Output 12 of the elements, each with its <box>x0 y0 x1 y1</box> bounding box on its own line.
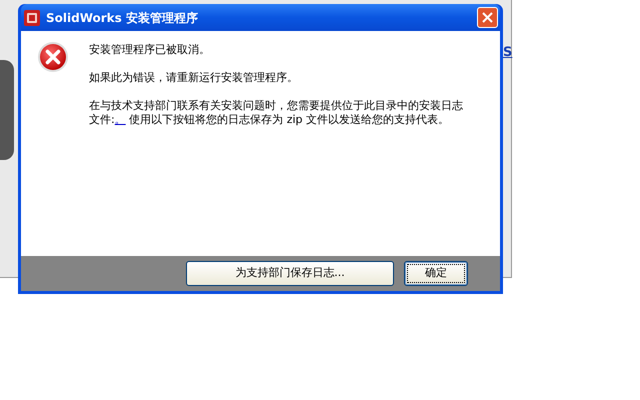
message-text: 安装管理程序已被取消。 <box>89 43 211 57</box>
save-log-button[interactable]: 为支持部门保存日志... <box>186 261 394 286</box>
window-title: SolidWorks 安装管理程序 <box>46 10 199 26</box>
message-text: 如果此为错误，请重新运行安装管理程序。 <box>89 71 299 85</box>
close-button[interactable] <box>477 7 498 28</box>
log-folder-link[interactable]: 。 <box>114 113 126 126</box>
app-logo-icon <box>24 10 40 26</box>
close-icon <box>482 12 493 23</box>
detail-text: 在与技术支持部门联系有关安装问题时，您需要提供位于此目录中的安装日志文件:。 使用以下按钮将您的日志保存为 zip 文件以发送给您的支持代表。 <box>89 99 464 127</box>
background-link[interactable]: S <box>503 43 512 62</box>
ok-button[interactable]: 确定 <box>404 261 468 286</box>
error-icon <box>37 41 69 73</box>
